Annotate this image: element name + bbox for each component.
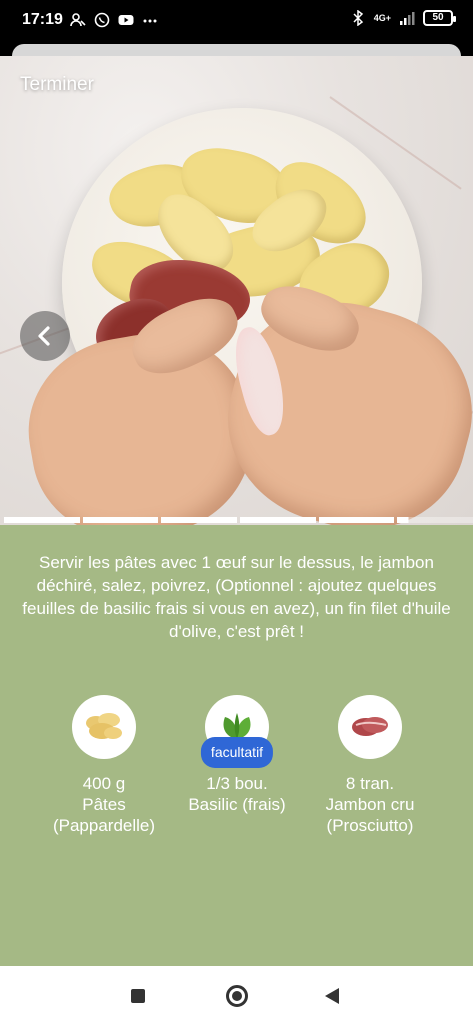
progress-segment [161,517,238,523]
progress-segment [397,517,473,523]
status-bar: 17:19 4G+ 50 [0,0,473,42]
signal-icon [400,12,415,25]
status-notification-icons [70,12,158,28]
progress-segment [82,517,159,523]
ingredient-image: facultatif [200,695,274,768]
more-dots-icon [143,19,157,23]
ingredient-image [72,695,136,759]
ingredient-detail: (Pappardelle) [52,816,156,835]
ingredient-image [338,695,402,759]
progress-segment [318,517,395,523]
recent-apps-button[interactable] [131,989,145,1003]
pasta-icon [86,713,122,739]
chevron-left-icon [38,326,50,346]
previous-step-button[interactable] [20,311,70,361]
bluetooth-icon [353,10,363,26]
home-button[interactable] [226,985,248,1007]
step-panel: Servir les pâtes avec 1 œuf sur le dessu… [0,525,473,966]
step-instruction: Servir les pâtes avec 1 œuf sur le dessu… [22,553,451,641]
ingredient-name: Jambon cru [325,795,415,814]
finish-button[interactable]: Terminer [20,74,94,96]
ingredient-ham[interactable]: 8 tran. Jambon cru (Prosciutto) [290,695,450,836]
step-progress [4,517,473,525]
battery-icon: 50 [423,10,456,26]
progress-segment [4,517,80,523]
optional-badge: facultatif [200,737,274,768]
contacts-icon [70,13,86,27]
status-time: 17:19 [22,11,63,28]
ingredient-detail: (Prosciutto) [326,816,414,835]
system-nav-bar [0,966,473,1024]
ingredient-qty: 8 tran. [345,774,395,793]
back-button[interactable] [325,988,339,1004]
youtube-icon [118,15,134,25]
network-label: 4G+ [373,13,391,23]
progress-segment [240,517,316,523]
recipe-video[interactable]: Terminer [0,56,473,526]
viber-icon [94,12,110,28]
status-system-icons: 4G+ 50 [350,10,456,26]
ham-icon [352,717,388,736]
